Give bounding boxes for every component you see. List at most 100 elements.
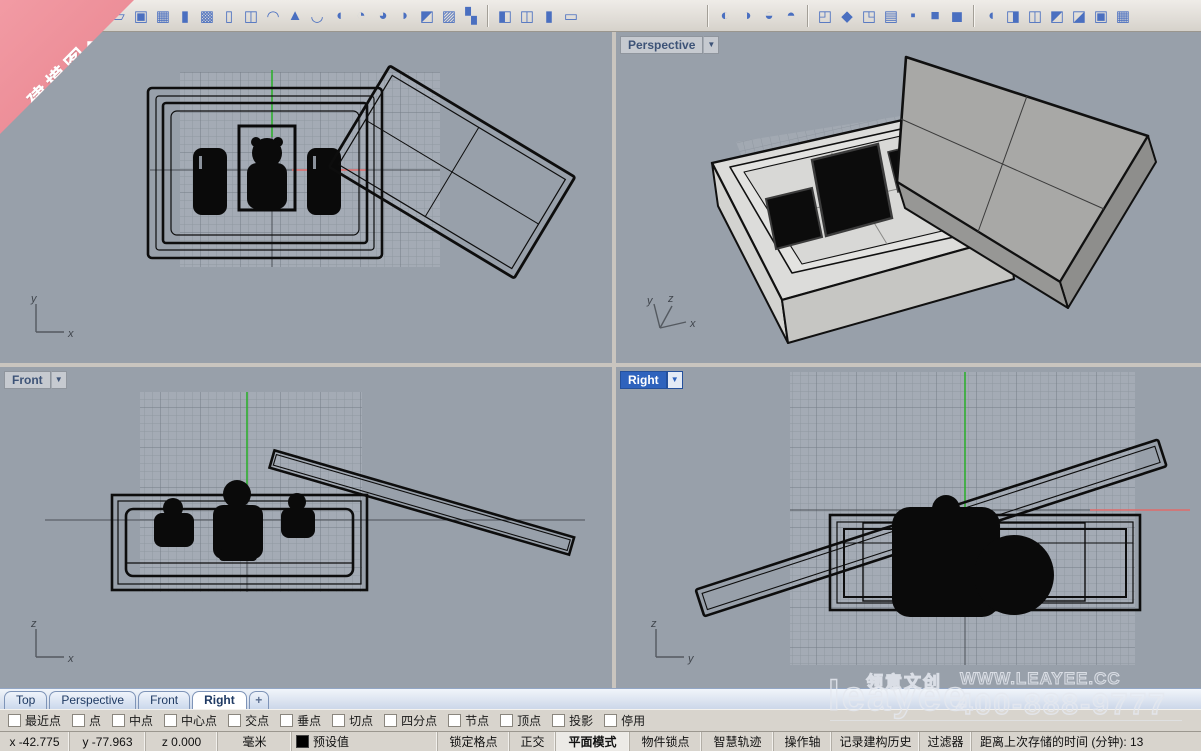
cutting-plane-icon[interactable]: ▮	[174, 4, 196, 28]
viewport-top[interactable]: y x	[0, 32, 612, 363]
tube-icon[interactable]: ◫	[240, 4, 262, 28]
surface-edit-points-icon[interactable]: ▣	[130, 4, 152, 28]
checkbox-perpendicular[interactable]	[280, 714, 293, 727]
checkbox-midpoint[interactable]	[112, 714, 125, 727]
tab-front[interactable]: Front	[138, 691, 190, 709]
rail-revolve-icon[interactable]: ◗	[394, 4, 416, 28]
boolean-split-icon[interactable]: ◓	[780, 4, 802, 28]
layer-indicator[interactable]: 预设值	[292, 732, 438, 751]
shaded-display-icon[interactable]: ◧	[494, 4, 516, 28]
cube-small-icon[interactable]: ▪	[902, 4, 924, 28]
checkbox-knot[interactable]	[448, 714, 461, 727]
toolbar-separator	[707, 5, 709, 27]
extrude-tapered-icon[interactable]: ◩	[1046, 4, 1068, 28]
extrude-along-curve-icon[interactable]: ◪	[1068, 4, 1090, 28]
toggle-smart-track[interactable]: 智慧轨迹	[702, 732, 774, 751]
toggle-filter[interactable]: 过滤器	[920, 732, 972, 751]
toolbar-separator	[487, 5, 489, 27]
axis-label-y: y	[687, 653, 695, 665]
units-millimeters[interactable]: 毫米	[218, 732, 292, 751]
axis-label-z: z	[667, 293, 674, 305]
extrude-both-sides-icon[interactable]: ◫	[1024, 4, 1046, 28]
viewport-label-text[interactable]: Right	[620, 371, 667, 389]
checkbox-disable[interactable]	[604, 714, 617, 727]
point-grid-icon[interactable]: ▚	[460, 4, 482, 28]
cube-icon[interactable]: ■	[924, 4, 946, 28]
toggle-record-history[interactable]: 记录建构历史	[832, 732, 920, 751]
chevron-down-icon[interactable]: ▼	[667, 371, 683, 389]
toggle-ortho[interactable]: 正交	[510, 732, 556, 751]
dome-slice-icon[interactable]: ◖	[980, 4, 1002, 28]
boolean-union-icon[interactable]: ◐	[714, 4, 736, 28]
viewport-tab-bar: Top Perspective Front Right +	[0, 688, 1201, 709]
checkbox-intersection[interactable]	[228, 714, 241, 727]
drape-surface-icon[interactable]: ◩	[416, 4, 438, 28]
heightfield-mesh-icon[interactable]: ▩	[196, 4, 218, 28]
viewport-label-text[interactable]: Front	[4, 371, 51, 389]
checkbox-point[interactable]	[72, 714, 85, 727]
osnap-item-perpendicular: 垂点	[280, 712, 321, 729]
viewport-label-front[interactable]: Front ▼	[4, 371, 67, 389]
surface-corner-points-icon[interactable]: ▱	[108, 4, 130, 28]
blob-surface-icon[interactable]: ◖	[328, 4, 350, 28]
layer-color-swatch[interactable]	[296, 735, 309, 748]
checkbox-quadrant[interactable]	[384, 714, 397, 727]
tab-perspective[interactable]: Perspective	[49, 691, 136, 709]
coord-x: x -42.775	[0, 732, 70, 751]
toggle-osnap[interactable]: 物件锁点	[630, 732, 702, 751]
tab-right[interactable]: Right	[192, 691, 247, 709]
floating-window-icon[interactable]: ▭	[560, 4, 582, 28]
pipe-curve-icon[interactable]: ◡	[306, 4, 328, 28]
viewport-split-icon[interactable]: ◫	[516, 4, 538, 28]
toggle-grid-snap[interactable]: 锁定格点	[438, 732, 510, 751]
box-edit-points-icon[interactable]: ▣	[1090, 4, 1112, 28]
add-viewport-tab-button[interactable]: +	[249, 691, 269, 709]
axis-label-x: x	[689, 318, 696, 330]
viewport-label-perspective[interactable]: Perspective ▼	[620, 36, 719, 54]
osnap-label: 交点	[245, 712, 269, 729]
cylinder-icon[interactable]: ▯	[218, 4, 240, 28]
viewport-label-right[interactable]: Right ▼	[620, 371, 683, 389]
stacked-panels-icon[interactable]: ▮	[538, 4, 560, 28]
status-bar: x -42.775 y -77.963 z 0.000 毫米 预设值 锁定格点 …	[0, 731, 1201, 751]
revolve-2-icon[interactable]: ◕	[372, 4, 394, 28]
toggle-planar-mode[interactable]: 平面模式	[556, 732, 630, 751]
tab-top[interactable]: Top	[4, 691, 47, 709]
right-view-canvas[interactable]: z y	[616, 367, 1201, 688]
checkbox-project[interactable]	[552, 714, 565, 727]
chevron-down-icon[interactable]: ▼	[51, 371, 67, 389]
checkbox-center[interactable]	[164, 714, 177, 727]
cage-edit-icon[interactable]: ▦	[1112, 4, 1134, 28]
viewport-label-text[interactable]: Perspective	[620, 36, 703, 54]
autosave-elapsed: 距离上次存储的时间 (分钟): 13	[972, 732, 1201, 751]
osnap-item-vertex: 顶点	[500, 712, 541, 729]
perspective-view-canvas[interactable]: y z x	[616, 32, 1201, 363]
solid-polyhedron-icon[interactable]: ◆	[836, 4, 858, 28]
solid-box-icon[interactable]: ◰	[814, 4, 836, 28]
dome-icon[interactable]: ◠	[262, 4, 284, 28]
viewport-perspective[interactable]: Perspective ▼	[616, 32, 1201, 363]
front-view-canvas[interactable]: z x	[0, 367, 612, 688]
extrude-straight-icon[interactable]: ◨	[1002, 4, 1024, 28]
top-view-canvas[interactable]: y x	[0, 32, 612, 363]
toggle-gumball[interactable]: 操作轴	[774, 732, 832, 751]
checkbox-tangent[interactable]	[332, 714, 345, 727]
osnap-label: 垂点	[297, 712, 321, 729]
cone-icon[interactable]: ▲	[284, 4, 306, 28]
checkbox-vertex[interactable]	[500, 714, 513, 727]
box-with-hole-icon[interactable]: ◳	[858, 4, 880, 28]
revolve-1-icon[interactable]: ◔	[350, 4, 372, 28]
patch-surface-icon[interactable]: ▨	[438, 4, 460, 28]
osnap-item-nearest: 最近点	[8, 712, 61, 729]
coord-z: z 0.000	[146, 732, 218, 751]
osnap-label: 点	[89, 712, 101, 729]
viewport-right[interactable]: Right ▼	[616, 367, 1201, 688]
surface-from-network-icon[interactable]: ▦	[152, 4, 174, 28]
boolean-difference-icon[interactable]: ◑	[736, 4, 758, 28]
boolean-intersection-icon[interactable]: ◒	[758, 4, 780, 28]
cube-shaded-icon[interactable]: ◼	[946, 4, 968, 28]
viewport-front[interactable]: Front ▼	[0, 367, 612, 688]
chevron-down-icon[interactable]: ▼	[703, 36, 719, 54]
checkbox-nearest[interactable]	[8, 714, 21, 727]
slab-stack-icon[interactable]: ▤	[880, 4, 902, 28]
